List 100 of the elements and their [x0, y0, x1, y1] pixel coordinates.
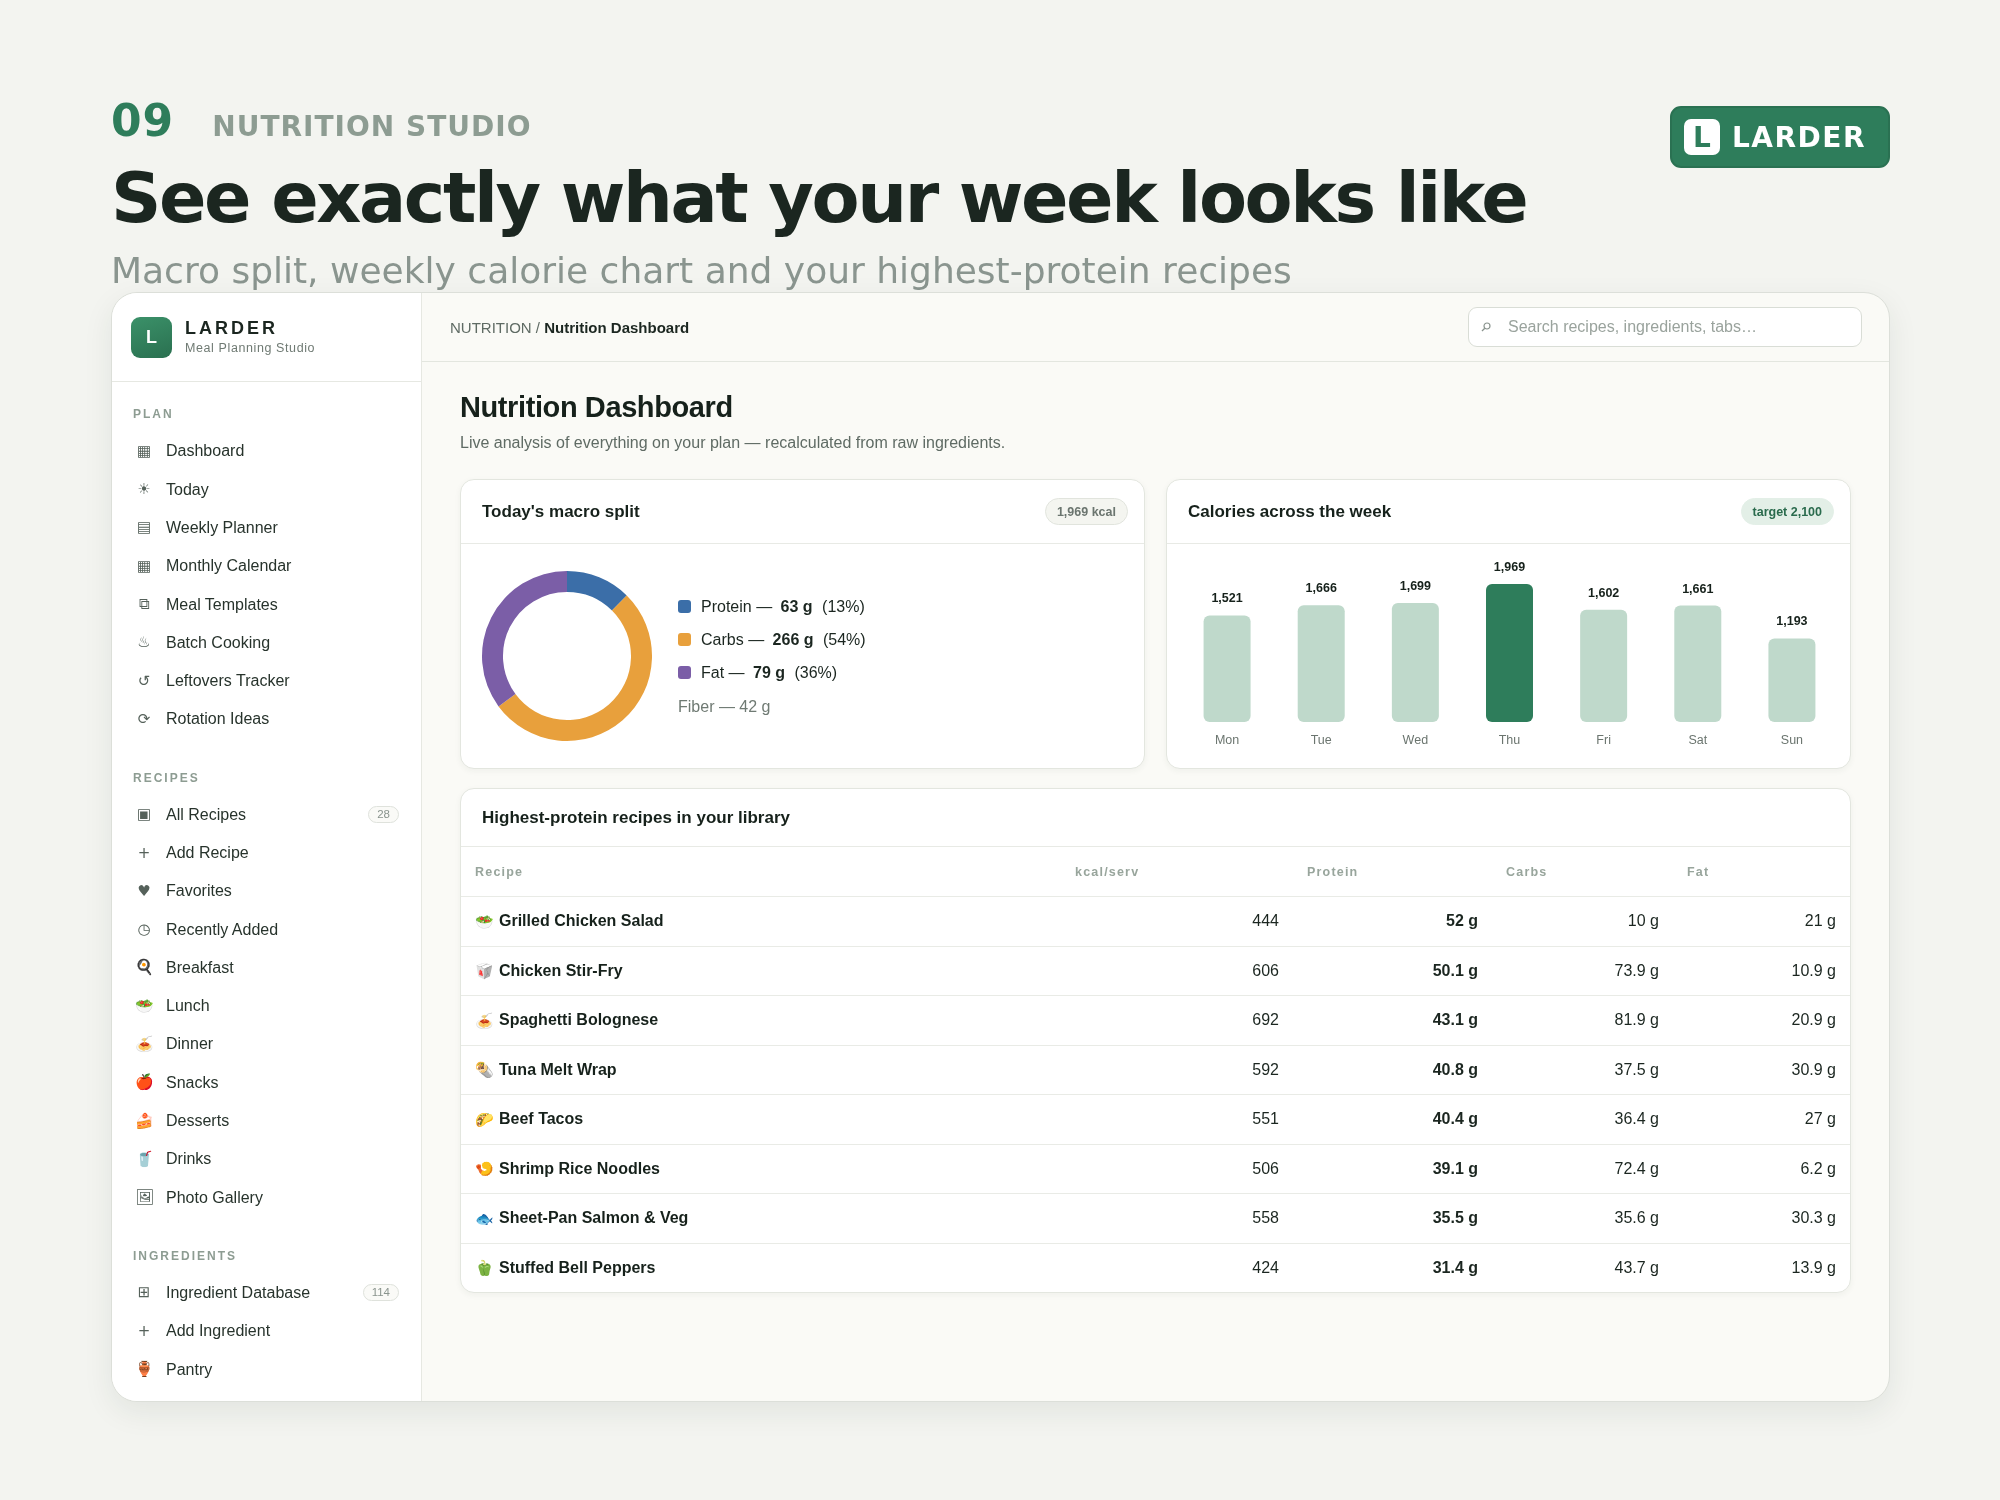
- table-cell-text: 43.1 g: [1431, 1011, 1479, 1030]
- card-title: Calories across the week: [1188, 501, 1392, 522]
- sidebar-item[interactable]: ◷ Recently Added: [112, 910, 421, 949]
- section-eyebrow: NUTRITION STUDIO: [212, 110, 532, 143]
- cup-icon: 🥤: [134, 1151, 154, 1167]
- sidebar-item[interactable]: 🍎 Snacks: [112, 1063, 421, 1102]
- sidebar-item[interactable]: 🍳 Breakfast: [112, 948, 421, 988]
- day-label: Thu: [1498, 733, 1521, 748]
- item-count: 28: [368, 806, 399, 824]
- sidebar-item[interactable]: 🏺 Pantry: [112, 1350, 421, 1389]
- table-cell-text: 31.4 g: [1431, 1258, 1479, 1277]
- table-cell-text: 35.5 g: [1431, 1209, 1479, 1228]
- grid-icon: ▦: [134, 443, 154, 459]
- bar-value-label: 1,521: [1211, 591, 1243, 606]
- table-cell-text: 73.9 g: [1613, 961, 1660, 980]
- brand-tagline: Meal Planning Studio: [185, 341, 316, 356]
- recipe-name: Chicken Stir-Fry: [499, 961, 623, 980]
- sidebar-item[interactable]: ♨ Batch Cooking: [112, 623, 421, 662]
- target-pill: target 2,100: [1740, 498, 1834, 526]
- sidebar-item[interactable]: 🍰 Desserts: [112, 1101, 421, 1141]
- kcal-pill: 1,969 kcal: [1044, 498, 1128, 526]
- sidebar-item[interactable]: ⧉ Meal Templates: [112, 585, 421, 624]
- column-header: Carbs: [1505, 864, 1549, 879]
- table-cell-text: 27 g: [1803, 1110, 1837, 1129]
- table-cell-text: 30.3 g: [1790, 1209, 1837, 1228]
- frying-pan-icon: 🍳: [134, 960, 154, 976]
- sidebar-item[interactable]: ▣ All Recipes 28: [112, 795, 421, 834]
- burrito-icon: 🌯: [475, 1062, 493, 1078]
- table-cell-text: 30.9 g: [1790, 1060, 1837, 1079]
- table-cell-text: 21 g: [1803, 912, 1837, 931]
- sidebar-item[interactable]: 🍝 Dinner: [112, 1025, 421, 1064]
- taco-icon: 🌮: [475, 1111, 493, 1127]
- legend-label: Fat — 79 g (36%): [701, 663, 838, 682]
- spaghetti-icon: 🍝: [475, 1012, 493, 1028]
- recipe-name: Beef Tacos: [499, 1110, 584, 1129]
- sidebar-item[interactable]: 🥗 Lunch: [112, 987, 421, 1026]
- grid-icon: ▦: [134, 558, 154, 574]
- sidebar-item[interactable]: ▦ Monthly Calendar: [112, 547, 421, 586]
- sidebar-item[interactable]: 🖼 Photo Gallery: [112, 1178, 421, 1217]
- sidebar-item[interactable]: ⊞ Ingredient Database 114: [112, 1273, 421, 1313]
- sidebar-item[interactable]: ↺ Leftovers Tracker: [112, 661, 421, 701]
- search-field[interactable]: Search recipes, ingredients, tabs…: [1468, 307, 1862, 348]
- hero-subtitle: Macro split, weekly calorie chart and your highest-protein recipes: [111, 253, 1293, 290]
- spaghetti-icon: 🍝: [134, 1037, 154, 1052]
- day-label: Wed: [1402, 733, 1429, 748]
- recipe-name: Sheet-Pan Salmon & Veg: [499, 1209, 689, 1228]
- square-icon: ▣: [134, 807, 154, 823]
- sidebar-item[interactable]: ☀ Today: [112, 470, 421, 509]
- fish-icon: 🐟: [475, 1210, 493, 1226]
- picture-icon: 🖼: [134, 1190, 154, 1206]
- brand-name: LARDER: [185, 318, 279, 337]
- table-cell-text: 43.7 g: [1613, 1258, 1660, 1277]
- table-cell-text: 35.6 g: [1613, 1209, 1660, 1228]
- recipe-name: Shrimp Rice Noodles: [499, 1159, 660, 1178]
- legend-label: Protein — 63 g (13%): [701, 597, 865, 616]
- plus-icon: +: [134, 845, 154, 861]
- day-label: Sun: [1780, 733, 1804, 748]
- card-title: Today's macro split: [482, 501, 640, 522]
- table-cell-text: 20.9 g: [1790, 1011, 1837, 1030]
- column-header: Fat: [1686, 864, 1711, 879]
- cake-icon: 🍰: [134, 1113, 154, 1129]
- sidebar-item[interactable]: + Add Recipe: [112, 833, 421, 873]
- sidebar-item[interactable]: + Add Ingredient: [112, 1312, 421, 1351]
- sidebar-item[interactable]: ▤ Weekly Planner: [112, 508, 421, 548]
- stacked-squares-icon: ⧉: [134, 597, 154, 612]
- table-cell-text: 13.9 g: [1790, 1258, 1837, 1277]
- table-cell-text: 36.4 g: [1613, 1110, 1660, 1129]
- page-title: Nutrition Dashboard: [460, 390, 734, 425]
- takeout-box-icon: 🥡: [475, 963, 493, 979]
- item-count: 114: [362, 1284, 399, 1302]
- table-cell-text: 10 g: [1626, 912, 1660, 931]
- bar-value-label: 1,193: [1776, 614, 1808, 629]
- table-cell-text: 592: [1251, 1060, 1280, 1079]
- table-cell-text: 606: [1251, 961, 1280, 980]
- apple-icon: 🍎: [134, 1075, 154, 1091]
- bar-value-label: 1,602: [1588, 585, 1620, 600]
- recipe-name: Grilled Chicken Salad: [499, 912, 664, 931]
- bar-value-label: 1,969: [1493, 560, 1526, 575]
- refresh-icon: ⟳: [134, 711, 154, 727]
- day-label: Mon: [1214, 733, 1240, 748]
- table-cell-text: 424: [1251, 1258, 1280, 1277]
- sidebar-item[interactable]: ⟳ Rotation Ideas: [112, 700, 421, 739]
- recipe-name: Spaghetti Bolognese: [499, 1011, 659, 1030]
- table-cell-text: 37.5 g: [1613, 1060, 1660, 1079]
- table-cell-text: 10.9 g: [1790, 961, 1837, 980]
- sidebar-item[interactable]: 🥤 Drinks: [112, 1140, 421, 1179]
- search-icon: [1481, 322, 1491, 333]
- fiber-note: Fiber — 42 g: [678, 697, 772, 716]
- sidebar-item[interactable]: ♥ Favorites: [112, 872, 421, 911]
- logo-mark: L: [131, 316, 172, 358]
- table-cell-text: 558: [1251, 1209, 1280, 1228]
- section-number: 09: [111, 98, 175, 145]
- table-cell-text: 40.4 g: [1431, 1110, 1479, 1129]
- sidebar-item[interactable]: ▦ Dashboard: [112, 432, 421, 471]
- table-cell-text: 72.4 g: [1613, 1159, 1660, 1178]
- table-cell-text: 551: [1251, 1110, 1280, 1129]
- table-cell-text: 444: [1251, 912, 1280, 931]
- legend-label: Carbs — 266 g (54%): [701, 630, 866, 649]
- salad-bowl-icon: 🥗: [475, 913, 493, 929]
- recipe-name: Tuna Melt Wrap: [499, 1060, 617, 1079]
